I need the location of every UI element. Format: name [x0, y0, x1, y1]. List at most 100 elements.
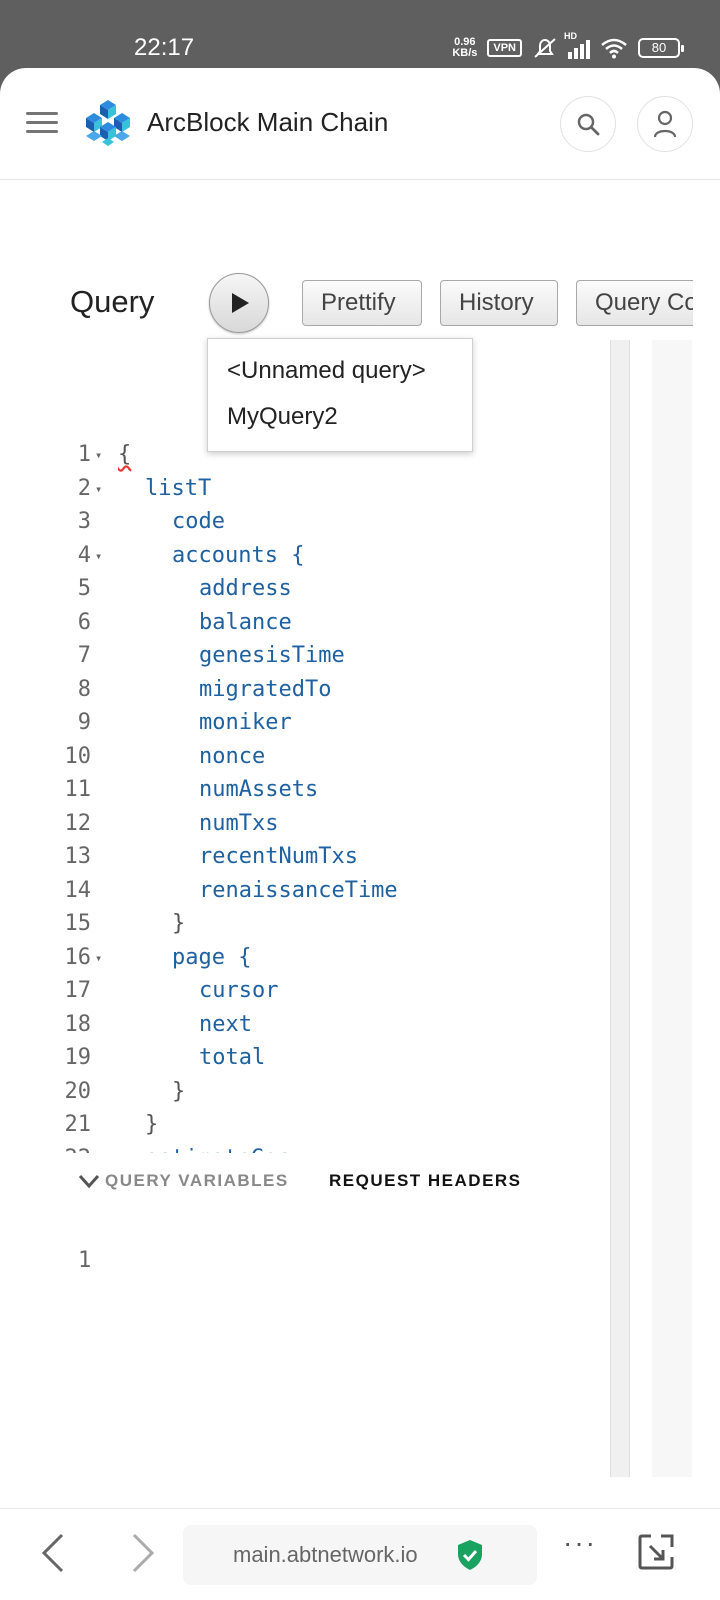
code-text: next	[199, 1011, 252, 1037]
minimize-window-icon[interactable]	[637, 1533, 675, 1571]
line-number: 16	[64, 944, 92, 970]
run-query-button[interactable]	[209, 273, 269, 333]
code-line[interactable]: 7 genesisTime	[0, 639, 610, 673]
line-number: 20	[64, 1078, 92, 1104]
fold-arrow-icon[interactable]: ▾	[95, 941, 102, 975]
query-editor[interactable]: 1 ▾{2 ▾ listT 3 code 4 ▾ accounts {5 address 6 bala…	[0, 338, 610, 1188]
history-item-myquery2[interactable]: MyQuery2	[227, 403, 338, 431]
code-text: {	[118, 442, 132, 467]
line-number: 6	[77, 609, 91, 635]
toolbar-overflow-edge	[693, 268, 720, 338]
line-number: 14	[64, 877, 92, 903]
line-number: 1	[77, 442, 91, 467]
code-line[interactable]: 12 numTxs	[0, 807, 610, 841]
query-label: Query	[70, 284, 155, 319]
code-text: code	[172, 509, 225, 534]
code-text: renaissanceTime	[199, 877, 398, 903]
line-number: 11	[64, 777, 92, 802]
code-text: address	[199, 576, 292, 601]
code-text: page {	[172, 944, 252, 970]
code-line[interactable]: 9 moniker	[0, 706, 610, 740]
code-line[interactable]: 11 numAssets	[0, 773, 610, 807]
query-variables-tab[interactable]: QUERY VARIABLES	[105, 1171, 289, 1191]
code-line[interactable]: 16 ▾ page {	[0, 941, 610, 975]
code-text: recentNumTxs	[199, 844, 358, 869]
play-icon	[232, 293, 249, 313]
result-pane-divider[interactable]	[610, 340, 630, 1477]
chevron-down-icon[interactable]	[77, 1171, 101, 1191]
line-number: 8	[77, 676, 91, 702]
code-text: total	[199, 1045, 266, 1070]
account-button[interactable]	[637, 96, 693, 152]
result-pane	[652, 340, 692, 1477]
forward-icon[interactable]	[128, 1531, 158, 1575]
code-line[interactable]: 20}	[0, 1075, 610, 1109]
history-button[interactable]: History	[440, 280, 558, 326]
line-number: 3	[77, 509, 91, 534]
mute-bell-icon	[534, 38, 556, 58]
line-number: 19	[64, 1045, 92, 1070]
code-text: }	[172, 1078, 186, 1104]
fold-arrow-icon[interactable]: ▾	[95, 438, 102, 472]
app-header: ArcBlock Main Chain	[0, 68, 720, 180]
code-text: numAssets	[199, 777, 319, 802]
fold-arrow-icon[interactable]: ▾	[95, 539, 102, 573]
code-line[interactable]: 10 nonce	[0, 740, 610, 774]
more-menu-button[interactable]: ···	[563, 1527, 597, 1559]
code-line[interactable]: 14 renaissanceTime	[0, 874, 610, 908]
code-text: nonce	[199, 743, 266, 769]
code-line[interactable]: 21}	[0, 1108, 610, 1142]
app-title: ArcBlock Main Chain	[147, 107, 389, 137]
code-line[interactable]: 13 recentNumTxs	[0, 840, 610, 874]
history-dropdown: <Unnamed query> MyQuery2	[207, 338, 473, 452]
line-number: 21	[64, 1112, 92, 1137]
prettify-button[interactable]: Prettify	[302, 280, 422, 326]
vpn-icon: VPN	[487, 39, 522, 57]
menu-icon[interactable]	[26, 112, 58, 134]
code-text: }	[145, 1112, 159, 1137]
code-text: balance	[199, 609, 292, 635]
browser-bottom-bar: main.abtnetwork.io ···	[0, 1508, 720, 1600]
history-item-unnamed-query[interactable]: <Unnamed query>	[227, 357, 426, 385]
code-line[interactable]: 17 cursor	[0, 974, 610, 1008]
user-icon	[653, 110, 677, 138]
line-number: 7	[77, 643, 91, 668]
line-number: 4	[77, 542, 91, 568]
back-icon[interactable]	[38, 1531, 68, 1575]
code-line[interactable]: 18 next	[0, 1008, 610, 1042]
code-line[interactable]: 4 ▾ accounts {	[0, 539, 610, 573]
network-type: HD	[564, 31, 577, 41]
search-icon	[577, 113, 600, 136]
code-line[interactable]: 3 code	[0, 505, 610, 539]
status-icons: 0.96 KB/s VPN HD 80	[452, 31, 684, 60]
line-number: 15	[64, 911, 92, 936]
code-text: cursor	[199, 978, 279, 1003]
arcblock-logo-icon	[86, 100, 130, 146]
line-number: 2	[77, 475, 91, 501]
search-button[interactable]	[560, 96, 616, 152]
code-line[interactable]: 8 migratedTo	[0, 673, 610, 707]
code-text: numTxs	[199, 810, 279, 836]
code-line[interactable]: 6 balance	[0, 606, 610, 640]
fold-arrow-icon[interactable]: ▾	[95, 472, 102, 506]
code-text: moniker	[199, 710, 292, 735]
status-time: 22:17	[134, 34, 195, 61]
net-speed: 0.96 KB/s	[452, 36, 478, 59]
code-line[interactable]: 15}	[0, 907, 610, 941]
url-bar[interactable]: main.abtnetwork.io	[183, 1525, 537, 1585]
battery-icon: 80	[638, 38, 684, 58]
code-line[interactable]: 2 ▾ listT	[0, 472, 610, 506]
line-number: 18	[64, 1011, 92, 1037]
page: ArcBlock Main Chain Query Prettify Histo…	[0, 68, 720, 1600]
code-text: }	[172, 911, 186, 936]
code-line[interactable]: 19 total	[0, 1041, 610, 1075]
line-number: 13	[64, 844, 92, 869]
code-line[interactable]: 5 address	[0, 572, 610, 606]
variables-line-number: 1	[78, 1248, 92, 1273]
line-number: 5	[77, 576, 91, 601]
line-number: 17	[64, 978, 92, 1003]
request-headers-tab[interactable]: REQUEST HEADERS	[329, 1171, 522, 1191]
shield-check-icon	[458, 1540, 482, 1570]
code-text: genesisTime	[199, 643, 345, 668]
variables-bar: QUERY VARIABLES REQUEST HEADERS	[0, 1153, 610, 1213]
